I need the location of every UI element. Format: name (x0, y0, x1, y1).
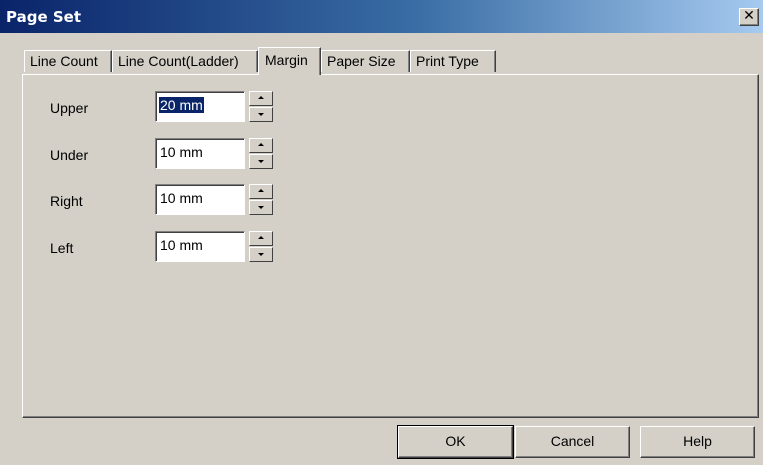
title-bar[interactable]: Page Set ✕ (0, 0, 763, 33)
tab-print-type[interactable]: Print Type (410, 50, 496, 72)
tab-line-count-ladder[interactable]: Line Count(Ladder) (112, 50, 258, 72)
page-set-dialog: Page Set ✕ Line Count Line Count(Ladder)… (0, 0, 763, 465)
tab-label: Line Count (30, 53, 98, 69)
cancel-button[interactable]: Cancel (515, 426, 630, 458)
tab-paper-size[interactable]: Paper Size (321, 50, 410, 72)
close-icon: ✕ (743, 8, 755, 24)
window-title: Page Set (6, 8, 81, 26)
tab-label: Paper Size (327, 53, 396, 69)
tab-label: Line Count(Ladder) (118, 53, 239, 69)
tab-label: Margin (265, 52, 308, 68)
tab-margin[interactable]: Margin (258, 47, 321, 75)
tab-line-count[interactable]: Line Count (24, 50, 112, 72)
ok-button[interactable]: OK (397, 425, 514, 459)
help-button[interactable]: Help (640, 426, 755, 458)
tab-label: Print Type (416, 53, 479, 69)
close-button[interactable]: ✕ (739, 8, 759, 26)
margin-panel (22, 74, 759, 418)
